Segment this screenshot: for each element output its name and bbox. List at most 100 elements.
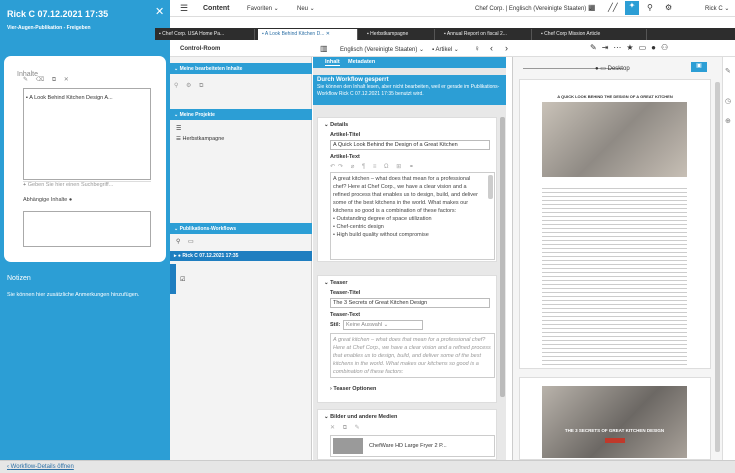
media-item[interactable]: ChefWare HD Large Fryer 2 P... — [330, 435, 495, 457]
workflow-item[interactable]: ▸ ● Rick C 07.12.2021 17:35 — [170, 251, 312, 261]
teaser-text-label: Teaser-Text — [330, 312, 361, 318]
favorites-menu[interactable]: Favoriten ⌄ — [247, 5, 279, 12]
media-section: ⌄ Bilder und andere Medien ✕ ⧉ ✎ ChefWar… — [317, 409, 497, 460]
user-menu[interactable]: Rick C ⌄ — [705, 5, 729, 12]
preview-page: A QUICK LOOK BEHIND THE DESIGN OF A GREA… — [519, 79, 711, 369]
lock-warning: Durch Workflow gesperrt Sie können den I… — [313, 75, 506, 105]
bottom-bar: ‹ Workflow-Details öffnen — [0, 460, 735, 473]
my-projects-header[interactable]: ⌄ Meine Projekte — [170, 109, 312, 120]
style-select[interactable]: Keine Auswahl ⌄ — [343, 320, 423, 330]
warn-title: Durch Workflow gesperrt — [317, 77, 389, 83]
media-thumbnail — [333, 438, 363, 454]
control-room-panel: ⌄ Meine bearbeiteten Inhalte ⚲ ⚙ ⧉ ⌄ Mei… — [170, 57, 312, 460]
layout-icon[interactable]: ▥ — [320, 44, 328, 53]
workflows-header[interactable]: ⌄ Publikations-Workflows — [170, 223, 312, 234]
tab-home[interactable]: ▪ Chef Corp. USA Home Pa... — [155, 29, 255, 40]
control-bar: Control-Room ▥ Englisch (Vereinigte Staa… — [170, 40, 735, 57]
media-item-label: ChefWare HD Large Fryer 2 P... — [369, 443, 447, 449]
back-icon[interactable]: ‹ — [490, 43, 493, 53]
bulb-icon[interactable]: ♀ — [474, 44, 480, 53]
control-room-label: Control-Room — [180, 46, 221, 52]
content-item-label: A Look Behind Kitchen Design A... — [29, 95, 113, 101]
check-icon: ☑ — [180, 277, 186, 283]
bullet-item: • High build quality without compromise — [333, 232, 429, 238]
form-scrollbar[interactable] — [500, 117, 505, 397]
preview-hero-image — [542, 102, 687, 177]
editor-scrollbar[interactable] — [488, 175, 493, 199]
globe-icon[interactable]: ⊕ — [725, 117, 731, 125]
tab-mission[interactable]: ▪ Chef Corp Mission Article — [537, 29, 647, 40]
preview-headline: A QUICK LOOK BEHIND THE DESIGN OF A GREA… — [557, 94, 673, 99]
doctype-selector[interactable]: ▪ Artikel ⌄ — [432, 46, 459, 53]
tab-kitchen[interactable]: ▪ A Look Behind Kitchen D... ✕ — [258, 29, 358, 40]
notes-text[interactable]: Sie können hier zusätzliche Anmerkungen … — [7, 292, 157, 299]
list-item[interactable]: ▪ A Look Behind Kitchen Design A... — [26, 95, 148, 104]
device-selector[interactable]: ● ▭ Desktop — [595, 65, 630, 72]
content-form: Inhalt Metadaten Durch Workflow gesperrt… — [313, 57, 506, 460]
warn-text: Sie können den Inhalt lesen, aber nicht … — [317, 84, 500, 97]
add-content-field[interactable]: + Geben Sie hier einen Suchbegriff... — [23, 181, 151, 192]
top-toolbar: ☰ Content Favoriten ⌄ Neu ⌄ Chef Corp. |… — [170, 0, 735, 17]
article-title-label: Artikel-Titel — [330, 132, 361, 138]
tab-herbst[interactable]: ▪ Herbstkampagne — [363, 29, 435, 40]
teaser-image — [542, 386, 687, 458]
settings-icon[interactable]: ⚙ — [665, 3, 672, 12]
teaser-title-label: Teaser-Titel — [330, 290, 361, 296]
workflow-panel: Rick C 07.12.2021 17:35 Vier-Augen-Publi… — [0, 0, 170, 473]
article-text-editor[interactable]: A great kitchen – what does that mean fo… — [330, 172, 495, 260]
my-content-header[interactable]: ⌄ Meine bearbeiteten Inhalte — [170, 63, 312, 74]
media-header[interactable]: ⌄ Bilder und andere Medien — [324, 414, 397, 420]
style-label: Stil: — [330, 322, 341, 328]
teaser-text: A great kitchen – what does that mean fo… — [333, 337, 491, 375]
grid-icon[interactable]: ▦ — [588, 3, 596, 12]
site-selector[interactable]: Chef Corp. | Englisch (Vereinigte Staate… — [475, 5, 593, 12]
contents-list: ▪ A Look Behind Kitchen Design A... — [23, 88, 151, 180]
article-text: A great kitchen – what does that mean fo… — [333, 176, 478, 214]
form-tabs: Inhalt Metadaten — [313, 57, 506, 68]
article-text-label: Artikel-Text — [330, 154, 360, 160]
close-icon[interactable]: ✕ — [155, 5, 164, 18]
project-item[interactable]: ☰ Herbstkampagne — [176, 136, 224, 142]
share-icon[interactable]: ⚲ — [647, 3, 653, 12]
forward-icon[interactable]: › — [505, 43, 508, 53]
teaser-section: ⌄ Teaser Teaser-Titel The 3 Secrets of G… — [317, 275, 497, 403]
new-menu[interactable]: Neu ⌄ — [297, 5, 315, 12]
dependent-list — [23, 211, 151, 247]
help-icon[interactable]: ● — [69, 197, 72, 203]
tab-content[interactable]: Inhalt — [325, 59, 340, 66]
rte-toolbar[interactable]: ↶↷ ⌀ ¶ ≡ Ω ⊞ ⚭ — [330, 163, 417, 170]
article-title-field[interactable]: A Quick Look Behind the Design of a Grea… — [330, 140, 490, 150]
teaser-text-editor[interactable]: A great kitchen – what does that mean fo… — [330, 333, 495, 378]
tab-annual[interactable]: ▪ Annual Report on fiscal 2... — [440, 29, 532, 40]
locale-selector[interactable]: Englisch (Vereinigte Staaten) ⌄ — [340, 46, 424, 53]
teaser-options-toggle[interactable]: › Teaser Optionen — [330, 386, 376, 392]
workflow-subtitle: Vier-Augen-Publikation - Freigeben — [7, 25, 91, 31]
content-tools[interactable]: ⚲ ⚙ ⧉ — [174, 82, 206, 90]
workflow-tools[interactable]: ⚲ ▭ — [176, 238, 197, 245]
preview-body-text — [542, 185, 687, 365]
selection-marker — [170, 264, 176, 294]
clock-icon[interactable]: ◷ — [725, 97, 731, 105]
preview-mode-icon[interactable]: ▣ — [691, 62, 707, 72]
tab-meta[interactable]: Metadaten — [348, 59, 375, 65]
chart-icon[interactable]: ╱╱ — [608, 3, 618, 12]
action-icons[interactable]: ✎⇥⋯★▭●⚇ — [590, 43, 673, 52]
menu-icon[interactable]: ☰ — [180, 3, 188, 14]
preview-scrollbar[interactable] — [715, 82, 720, 452]
dependent-label: Abhängige Inhalte ● — [23, 197, 73, 203]
right-tool-strip: ✎ ◷ ⊕ — [722, 57, 735, 460]
bullet-item: • Outstanding degree of space utilizatio… — [333, 216, 432, 222]
contents-toolbar[interactable]: ✎ ⌫ ⧉ ✕ — [23, 76, 72, 84]
edit-icon[interactable]: ✎ — [725, 67, 731, 75]
teaser-title-field[interactable]: The 3 Secrets of Great Kitchen Design — [330, 298, 490, 308]
teaser-button[interactable] — [605, 438, 625, 443]
media-toolbar[interactable]: ✕ ⧉ ✎ — [330, 424, 363, 432]
preview-pane: ● ▭ Desktop ▣ A QUICK LOOK BEHIND THE DE… — [512, 57, 722, 460]
app-title: Content — [203, 5, 230, 12]
preview-toggle-icon[interactable]: ✦ — [625, 1, 639, 15]
details-header[interactable]: ⌄ Details — [324, 122, 348, 128]
teaser-header[interactable]: ⌄ Teaser — [324, 280, 347, 286]
add-placeholder: Geben Sie hier einen Suchbegriff... — [27, 182, 114, 188]
notes-heading: Notizen — [7, 275, 31, 282]
workflow-details-link[interactable]: ‹ Workflow-Details öffnen — [7, 464, 74, 470]
